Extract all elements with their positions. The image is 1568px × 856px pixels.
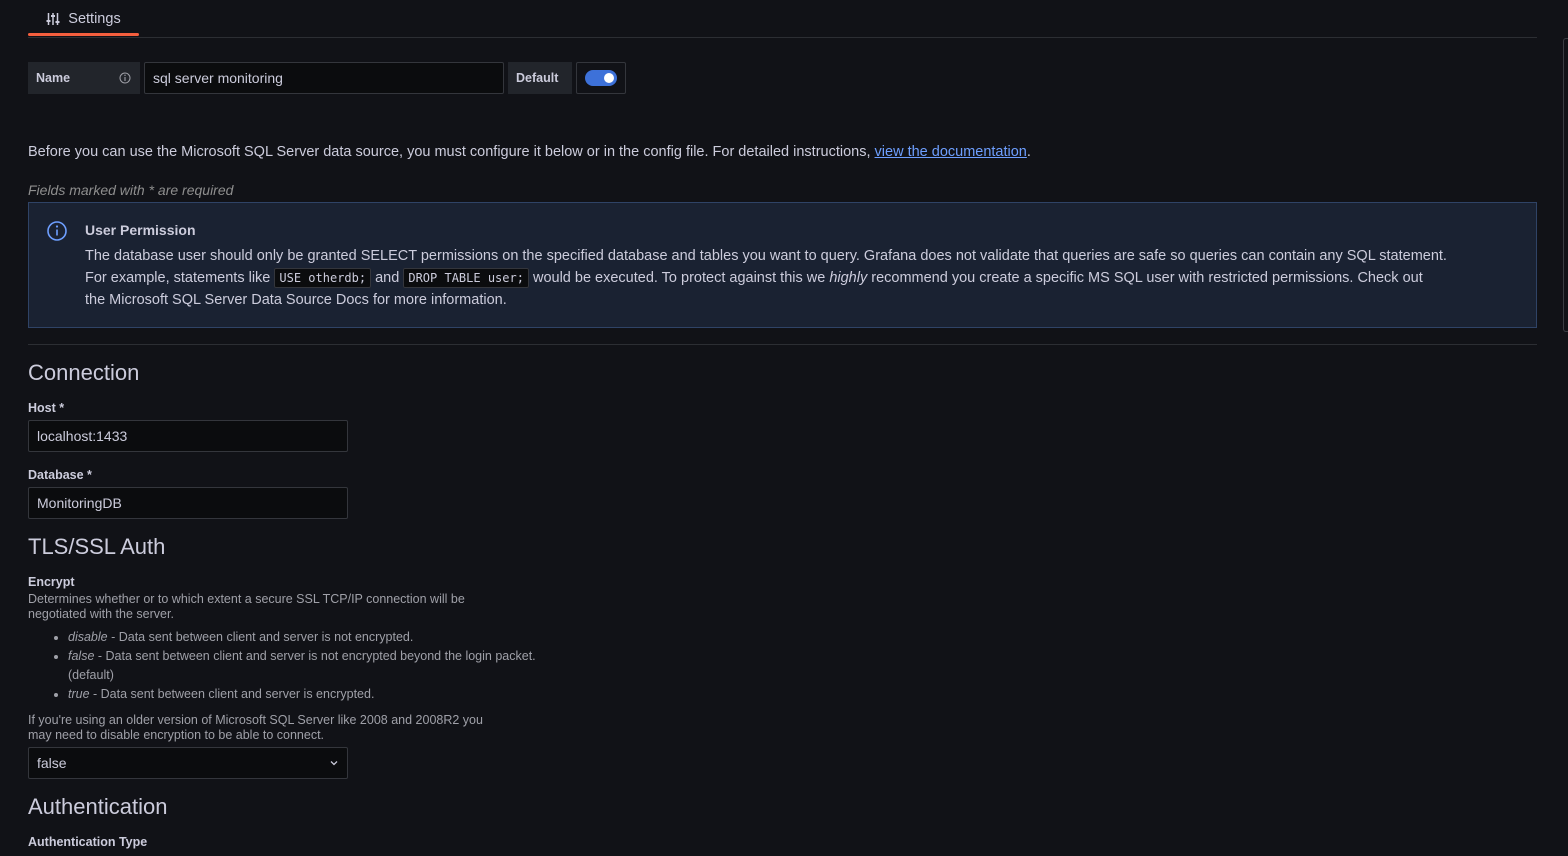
alert-text: would be executed. To protect against th… bbox=[528, 270, 830, 286]
option-text: - Data sent between client and server is… bbox=[68, 649, 536, 682]
code-snippet: DROP TABLE user; bbox=[403, 268, 529, 288]
sliders-icon bbox=[46, 12, 60, 25]
name-input[interactable]: sql server monitoring bbox=[144, 62, 504, 94]
toggle-knob bbox=[604, 73, 614, 83]
option-key: disable bbox=[68, 630, 108, 644]
encrypt-note: If you're using an older version of Micr… bbox=[28, 713, 483, 742]
connection-heading: Connection bbox=[28, 360, 140, 385]
list-item: disable - Data sent between client and s… bbox=[68, 628, 538, 647]
tab-settings-label: Settings bbox=[68, 10, 121, 27]
host-label: Host * bbox=[28, 401, 65, 415]
alert-text: For example, statements like bbox=[85, 270, 275, 286]
authentication-heading: Authentication bbox=[28, 794, 168, 819]
alert-line-1: The database user should only be granted… bbox=[85, 248, 1447, 264]
intro-sentence: Before you can use the Microsoft SQL Ser… bbox=[28, 144, 875, 160]
chevron-down-icon bbox=[330, 761, 338, 766]
documentation-link[interactable]: view the documentation bbox=[875, 144, 1027, 160]
encrypt-options-list: disable - Data sent between client and s… bbox=[28, 628, 538, 704]
encrypt-select-value: false bbox=[37, 755, 67, 771]
default-label-text: Default bbox=[516, 71, 559, 85]
alert-text: recommend you create a specific MS SQL u… bbox=[867, 270, 1423, 286]
tab-settings[interactable]: Settings bbox=[28, 0, 139, 37]
alert-title: User Permission bbox=[85, 222, 196, 238]
default-label: Default bbox=[508, 62, 572, 94]
default-toggle[interactable] bbox=[585, 70, 617, 86]
alert-text: and bbox=[371, 270, 404, 286]
name-label: Name bbox=[28, 62, 140, 94]
database-input[interactable]: MonitoringDB bbox=[28, 487, 348, 519]
option-key: false bbox=[68, 649, 95, 663]
section-divider bbox=[28, 344, 1537, 345]
info-circle-icon bbox=[47, 221, 67, 241]
host-input-value: localhost:1433 bbox=[37, 428, 128, 444]
tab-divider bbox=[28, 37, 1537, 38]
default-toggle-wrap bbox=[576, 62, 626, 94]
name-label-text: Name bbox=[36, 71, 71, 85]
intro-end: . bbox=[1026, 144, 1031, 160]
info-icon[interactable] bbox=[119, 72, 131, 84]
encrypt-select[interactable]: false bbox=[28, 747, 348, 779]
code-snippet: USE otherdb; bbox=[274, 268, 372, 288]
user-permission-alert: User Permission The database user should… bbox=[28, 202, 1537, 328]
encrypt-label: Encrypt bbox=[28, 575, 75, 589]
alert-line-2: For example, statements like USE otherdb… bbox=[85, 267, 1525, 289]
list-item: true - Data sent between client and serv… bbox=[68, 685, 538, 704]
tls-heading: TLS/SSL Auth bbox=[28, 534, 166, 559]
scrollbar[interactable] bbox=[1563, 38, 1568, 332]
option-key: true bbox=[68, 687, 90, 701]
active-tab-indicator bbox=[28, 33, 139, 36]
database-label: Database * bbox=[28, 468, 92, 482]
host-input[interactable]: localhost:1433 bbox=[28, 420, 348, 452]
name-input-value: sql server monitoring bbox=[153, 70, 283, 86]
list-item: false - Data sent between client and ser… bbox=[68, 647, 538, 685]
intro-text: Before you can use the Microsoft SQL Ser… bbox=[28, 144, 1031, 160]
option-text: - Data sent between client and server is… bbox=[107, 630, 414, 644]
encrypt-description: Determines whether or to which extent a … bbox=[28, 592, 465, 621]
database-input-value: MonitoringDB bbox=[37, 495, 122, 511]
alert-body: The database user should only be granted… bbox=[85, 245, 1525, 311]
alert-line-3: the Microsoft SQL Server Data Source Doc… bbox=[85, 292, 507, 308]
authentication-type-label: Authentication Type bbox=[28, 835, 148, 849]
option-text: - Data sent between client and server is… bbox=[89, 687, 375, 701]
required-note: Fields marked with * are required bbox=[28, 182, 234, 198]
emphasis-text: highly bbox=[829, 270, 868, 286]
